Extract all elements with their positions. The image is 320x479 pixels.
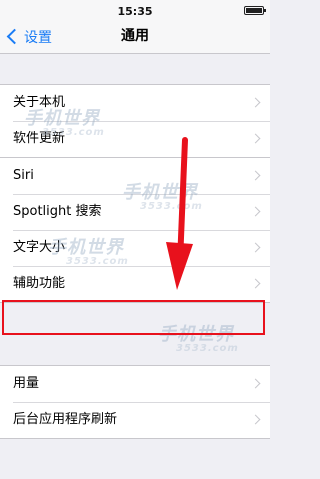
chevron-right-icon (250, 206, 261, 217)
cell-label: 辅助功能 (13, 276, 66, 291)
navigation-bar: 通用 设置 (0, 20, 270, 54)
cell-accessibility[interactable]: 辅助功能 (0, 266, 270, 302)
chevron-right-icon (250, 414, 261, 425)
cell-text-size[interactable]: 文字大小 (0, 230, 270, 266)
battery-icon (244, 6, 266, 15)
chevron-right-icon (250, 378, 261, 389)
status-bar: 15:35 (0, 0, 270, 20)
back-label: 设置 (24, 29, 52, 46)
settings-group-search: Siri Spotlight 搜索 文字大小 辅助功能 (0, 157, 270, 303)
cell-label: 用量 (13, 376, 40, 391)
cell-siri[interactable]: Siri (0, 158, 270, 194)
cell-label: 关于本机 (13, 95, 66, 110)
cell-label: Siri (13, 168, 34, 183)
cell-background-refresh[interactable]: 后台应用程序刷新 (0, 402, 270, 438)
chevron-left-icon (6, 28, 23, 45)
watermark-site: 3533.com (176, 343, 239, 354)
cell-label: 软件更新 (13, 131, 66, 146)
settings-group-about: 关于本机 软件更新 (0, 84, 270, 158)
cell-label: 后台应用程序刷新 (13, 412, 118, 427)
chevron-right-icon (250, 97, 261, 108)
cell-usage[interactable]: 用量 (0, 366, 270, 402)
cell-spotlight[interactable]: Spotlight 搜索 (0, 194, 270, 230)
chevron-right-icon (250, 170, 261, 181)
cell-label: Spotlight 搜索 (13, 204, 102, 219)
back-button[interactable]: 设置 (6, 20, 52, 53)
settings-group-usage: 用量 后台应用程序刷新 (0, 365, 270, 439)
chevron-right-icon (250, 133, 261, 144)
chevron-right-icon (250, 242, 261, 253)
cell-software-update[interactable]: 软件更新 (0, 121, 270, 157)
cell-about[interactable]: 关于本机 (0, 85, 270, 121)
chevron-right-icon (250, 278, 261, 289)
status-time: 15:35 (117, 5, 153, 18)
cell-label: 文字大小 (13, 240, 66, 255)
highlight-box (2, 300, 265, 335)
